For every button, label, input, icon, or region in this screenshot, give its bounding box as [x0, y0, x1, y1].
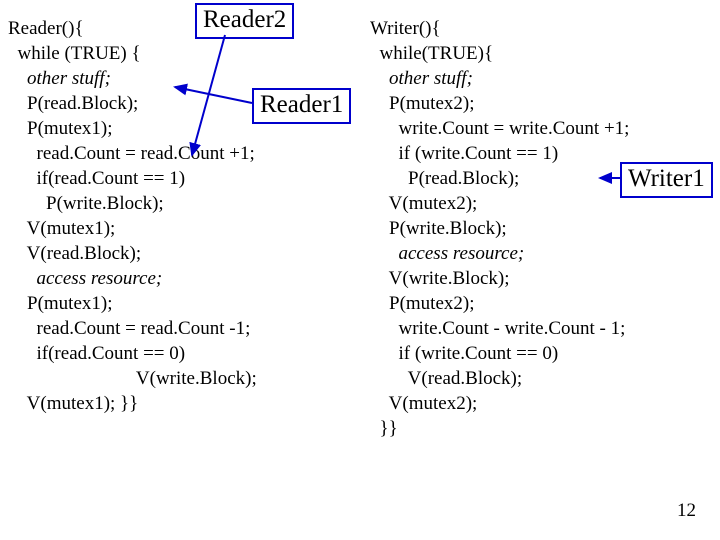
- arrow-reader2: [0, 0, 720, 540]
- slide-number: 12: [677, 500, 696, 522]
